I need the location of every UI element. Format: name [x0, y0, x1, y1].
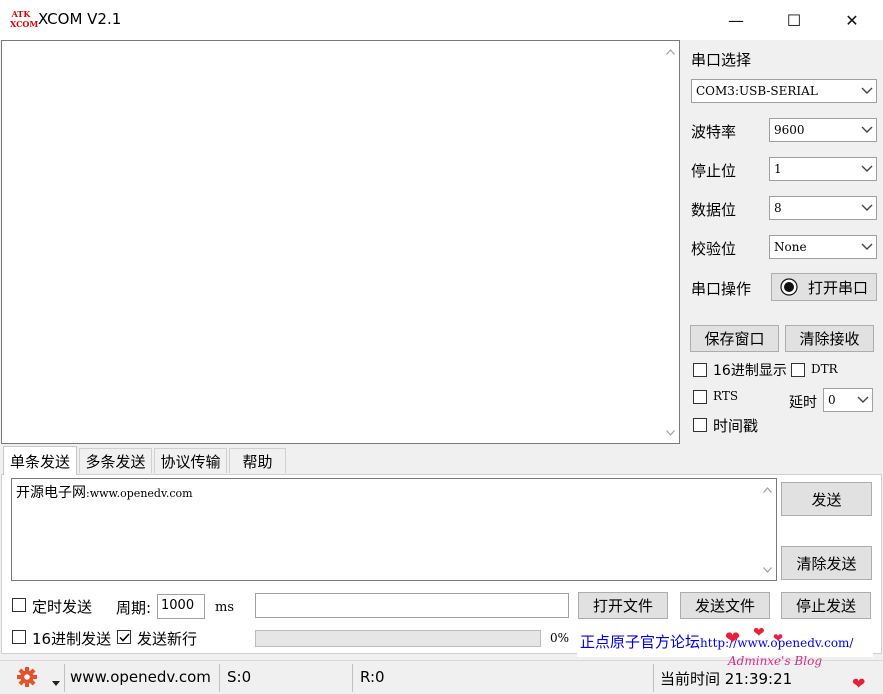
- tab-single-send[interactable]: 单条发送: [3, 446, 77, 475]
- status-time: 当前时间 21:39:21: [660, 668, 792, 689]
- chevron-down-icon: [858, 158, 876, 180]
- status-separator: [352, 664, 353, 692]
- watermark-text: Adminxe's Blog: [728, 654, 822, 668]
- parity-label: 校验位: [691, 240, 737, 258]
- chevron-down-icon: [858, 197, 876, 219]
- ad-text: 正点原子官方论坛: [580, 633, 701, 651]
- scroll-down-icon[interactable]: [662, 424, 679, 441]
- scroll-up-icon[interactable]: [759, 481, 776, 498]
- file-path-input[interactable]: [255, 593, 569, 618]
- data-bits-select[interactable]: 8: [769, 196, 877, 220]
- delay-select[interactable]: 0: [823, 388, 873, 412]
- tab-multi-send[interactable]: 多条发送: [79, 448, 152, 473]
- maximize-button[interactable]: ☐: [765, 0, 823, 40]
- status-separator: [64, 664, 65, 692]
- timestamp-label: 时间戳: [713, 417, 759, 435]
- status-time-label: 当前时间: [660, 670, 721, 688]
- save-window-button[interactable]: 保存窗口: [690, 325, 779, 352]
- open-port-button[interactable]: 打开串口: [771, 273, 877, 301]
- baud-label: 波特率: [691, 123, 737, 141]
- port-operation-label: 串口操作: [691, 280, 752, 298]
- minimize-button[interactable]: —: [707, 0, 765, 40]
- chevron-down-icon: [858, 236, 876, 258]
- hex-send-label: 16进制发送: [32, 630, 112, 648]
- parity-select[interactable]: None: [769, 235, 877, 259]
- port-label: 串口选择: [691, 51, 752, 69]
- receive-textarea[interactable]: [1, 40, 680, 444]
- delay-label: 延时: [789, 395, 817, 411]
- close-button[interactable]: ✕: [823, 0, 881, 40]
- baud-value: 9600: [774, 123, 805, 137]
- dtr-checkbox[interactable]: [791, 363, 805, 377]
- send-text-cn: 开源电子网: [16, 485, 86, 501]
- send-text-url: :www.openedv.com: [86, 487, 193, 500]
- tab-help[interactable]: 帮助: [229, 448, 286, 473]
- check-icon: [118, 632, 130, 642]
- open-port-label: 打开串口: [808, 278, 869, 297]
- data-bits-label: 数据位: [691, 201, 737, 219]
- port-select[interactable]: COM3:USB-SERIAL: [691, 79, 877, 103]
- chevron-down-icon: [858, 80, 876, 102]
- heart-icon: ❤: [753, 627, 765, 641]
- caret-down-icon[interactable]: [52, 674, 60, 686]
- period-label: 周期:: [116, 599, 152, 617]
- tab-protocol[interactable]: 协议传输: [154, 448, 227, 473]
- heart-icon: ❤: [725, 628, 741, 649]
- window-title: XCOM V2.1: [38, 10, 122, 28]
- send-textarea[interactable]: 开源电子网:www.openedv.com: [11, 478, 777, 581]
- open-file-button[interactable]: 打开文件: [578, 592, 668, 619]
- send-scrollbar[interactable]: [759, 479, 776, 580]
- timed-send-label: 定时发送: [32, 598, 93, 616]
- timed-send-checkbox[interactable]: [12, 598, 26, 612]
- baud-select[interactable]: 9600: [769, 118, 877, 142]
- status-time-value: 21:39:21: [724, 670, 793, 688]
- hex-send-checkbox[interactable]: [12, 630, 26, 644]
- rts-checkbox[interactable]: [693, 390, 707, 404]
- chevron-down-icon: [858, 119, 876, 141]
- send-file-button[interactable]: 发送文件: [680, 592, 770, 619]
- send-button[interactable]: 发送: [781, 482, 872, 516]
- period-input[interactable]: 1000: [157, 594, 205, 619]
- timestamp-checkbox[interactable]: [693, 418, 707, 432]
- clear-send-button[interactable]: 清除发送: [781, 546, 872, 580]
- minimize-icon: —: [728, 10, 744, 30]
- data-bits-value: 8: [774, 201, 782, 215]
- hex-display-label: 16进制显示: [713, 363, 787, 379]
- parity-value: None: [774, 240, 807, 254]
- close-icon: ✕: [845, 10, 859, 30]
- progress-percent: 0%: [550, 631, 570, 645]
- stop-bits-select[interactable]: 1: [769, 157, 877, 181]
- heart-icon: ❤: [773, 631, 784, 645]
- status-received-count: R:0: [360, 668, 385, 686]
- stop-bits-label: 停止位: [691, 162, 737, 180]
- port-status-icon: [780, 278, 798, 296]
- gear-icon[interactable]: [16, 666, 38, 688]
- ad-banner[interactable]: 正点原子官方论坛http://www.openedv.com/ ❤ ❤ ❤: [577, 627, 873, 657]
- app-logo-icon: ATK XCOM: [10, 9, 39, 29]
- heart-icon: ❤: [852, 674, 866, 693]
- status-separator: [653, 664, 654, 692]
- chevron-down-icon: [854, 389, 872, 411]
- status-separator: [219, 664, 220, 692]
- scroll-up-icon[interactable]: [662, 43, 679, 60]
- stop-bits-value: 1: [774, 162, 782, 176]
- period-unit: ms: [215, 600, 234, 615]
- clear-receive-button[interactable]: 清除接收: [785, 325, 874, 352]
- hex-display-checkbox[interactable]: [693, 363, 707, 377]
- send-progress-bar: [255, 630, 541, 647]
- receive-scrollbar[interactable]: [662, 41, 679, 443]
- stop-send-button[interactable]: 停止发送: [781, 592, 871, 619]
- status-site-link[interactable]: www.openedv.com: [70, 668, 211, 686]
- port-value: COM3:USB-SERIAL: [696, 84, 818, 98]
- maximize-icon: ☐: [786, 10, 802, 30]
- scroll-down-icon[interactable]: [759, 561, 776, 578]
- delay-value: 0: [828, 393, 836, 407]
- newline-send-checkbox[interactable]: [117, 630, 131, 644]
- dtr-label: DTR: [811, 362, 838, 376]
- rts-label: RTS: [713, 389, 739, 403]
- status-sent-count: S:0: [227, 668, 252, 686]
- newline-send-label: 发送新行: [137, 630, 198, 648]
